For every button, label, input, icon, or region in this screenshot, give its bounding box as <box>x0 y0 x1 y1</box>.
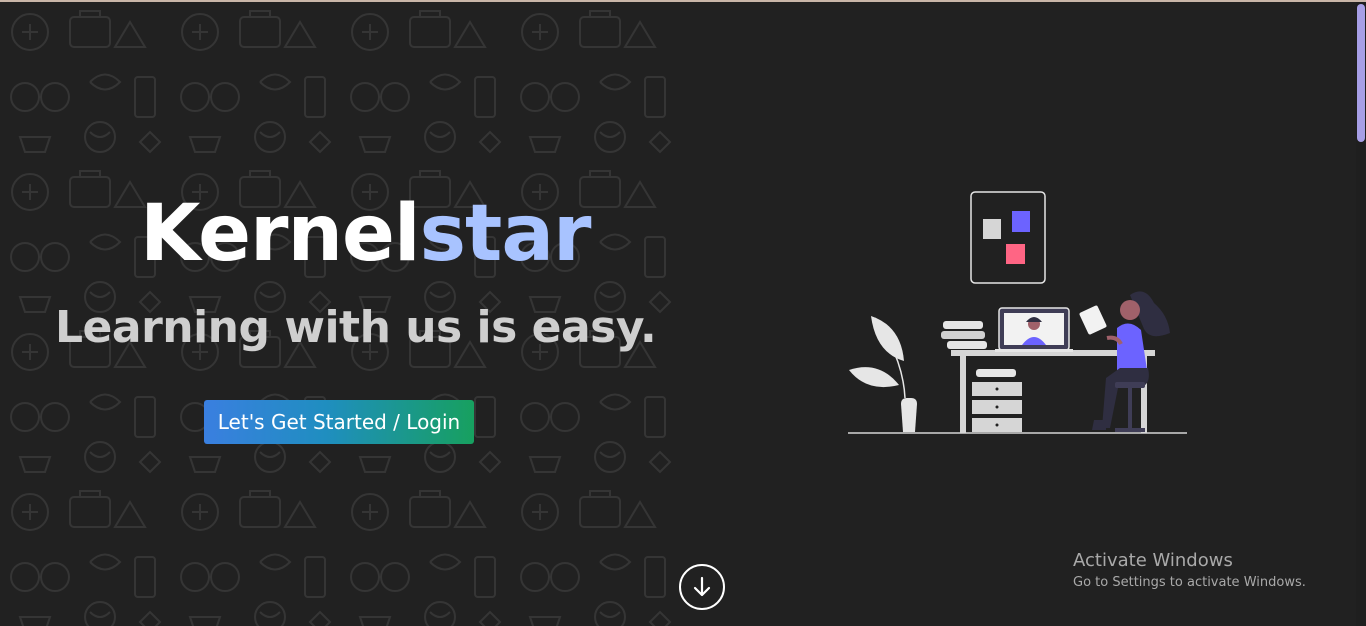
watermark-subtitle: Go to Settings to activate Windows. <box>1073 575 1306 590</box>
brand-logo-text: Kernelstar <box>140 186 592 282</box>
plant-leaf-1 <box>871 316 904 361</box>
board-note-purple <box>1012 211 1030 232</box>
wall-board <box>970 191 1046 284</box>
brand-name-part1: Kernel <box>140 189 421 279</box>
board-note-pink <box>1006 244 1025 264</box>
landing-page: Kernelstar Learning with us is easy. Let… <box>0 0 1366 626</box>
watermark-title: Activate Windows <box>1073 550 1233 571</box>
hero-illustration <box>848 191 1187 434</box>
arrow-down-icon <box>693 576 711 597</box>
plant-vase <box>901 398 917 432</box>
windows-activation-watermark: Activate Windows Go to Settings to activ… <box>1073 549 1306 593</box>
plant-leaf-2 <box>849 367 899 388</box>
brand-name-part2: star <box>419 189 592 279</box>
board-note-gray <box>983 219 1001 239</box>
hero-tagline: Learning with us is easy. <box>55 302 657 353</box>
woman-shirt <box>1117 323 1147 372</box>
scroll-down-button[interactable] <box>679 564 725 610</box>
get-started-login-button[interactable]: Let's Get Started / Login <box>204 400 474 444</box>
scrollbar-thumb[interactable] <box>1357 4 1365 142</box>
